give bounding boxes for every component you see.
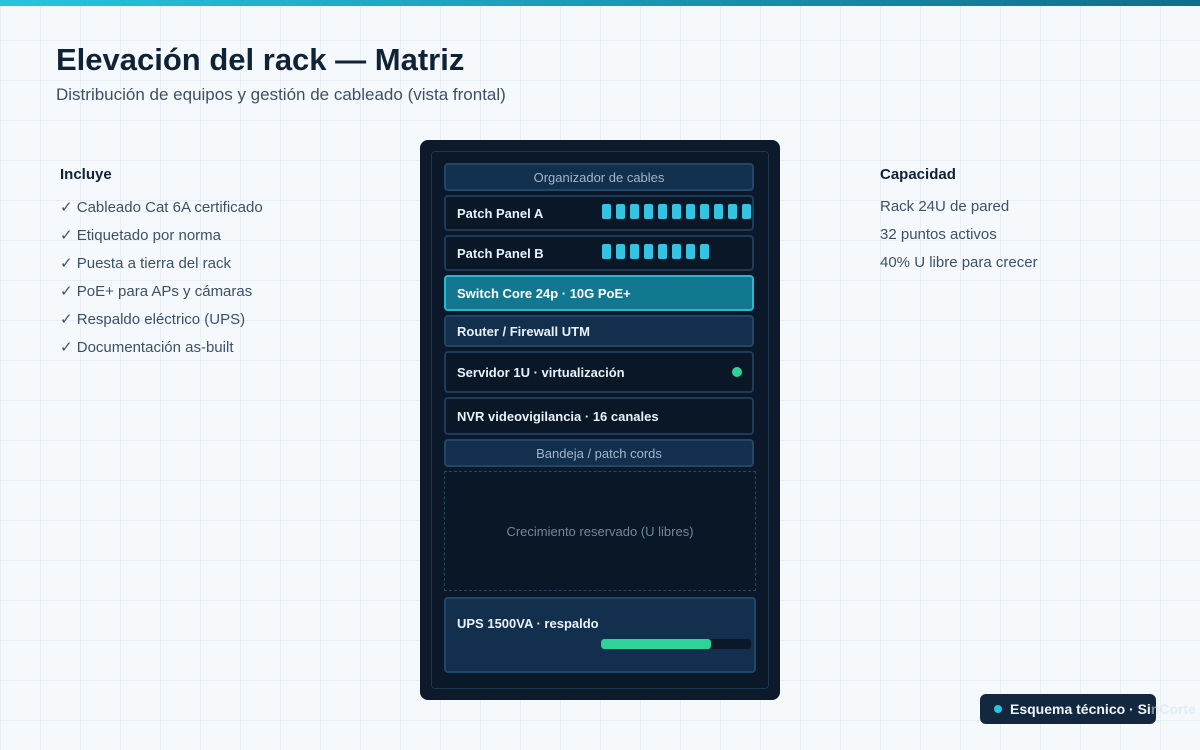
nvr-label: NVR videovigilancia · 16 canales xyxy=(457,408,659,424)
rack-diagram: Organizador de cables Patch Panel A Patc… xyxy=(420,140,780,700)
ups-charge-fill xyxy=(601,639,711,649)
includes-item: ✓ Puesta a tierra del rack xyxy=(60,255,231,272)
server-label: Servidor 1U · virtualización xyxy=(457,364,625,380)
port-icon xyxy=(602,244,611,259)
rack-unit-nvr: NVR videovigilancia · 16 canales xyxy=(444,397,754,435)
port-icon xyxy=(616,204,625,219)
port-icon xyxy=(728,204,737,219)
footer-badge: Esquema técnico · SinCorte xyxy=(980,694,1196,724)
page-title: Elevación del rack — Matriz xyxy=(56,42,465,77)
badge-text-faded: nCorte xyxy=(1150,701,1196,717)
includes-item: ✓ Respaldo eléctrico (UPS) xyxy=(60,311,246,328)
port-icon xyxy=(644,244,653,259)
reserved-space-label: Crecimiento reservado (U libres) xyxy=(506,523,694,539)
port-icon xyxy=(658,204,667,219)
includes-list: ✓ Cableado Cat 6A certificado ✓ Etiqueta… xyxy=(60,198,263,366)
rack-frame: Organizador de cables Patch Panel A Patc… xyxy=(431,151,769,689)
capacity-list: Rack 24U de pared 32 puntos activos 40% … xyxy=(880,198,1038,282)
patch-panel-b-ports xyxy=(602,244,709,259)
port-icon xyxy=(644,204,653,219)
rack-unit-tray: Bandeja / patch cords xyxy=(444,439,754,467)
port-icon xyxy=(714,204,723,219)
server-status-led-icon xyxy=(732,367,742,377)
port-icon xyxy=(686,204,695,219)
port-icon xyxy=(630,244,639,259)
rack-unit-server: Servidor 1U · virtualización xyxy=(444,351,754,393)
rack-unit-cable-organizer: Organizador de cables xyxy=(444,163,754,191)
page-subtitle: Distribución de equipos y gestión de cab… xyxy=(56,85,506,104)
rack-unit-switch-core: Switch Core 24p · 10G PoE+ xyxy=(444,275,754,311)
capacity-heading: Capacidad xyxy=(880,166,956,183)
includes-item: ✓ PoE+ para APs y cámaras xyxy=(60,283,253,300)
port-icon xyxy=(672,244,681,259)
cable-organizer-label: Organizador de cables xyxy=(533,169,665,185)
port-icon xyxy=(602,204,611,219)
top-accent-bar xyxy=(0,0,1200,6)
capacity-item: Rack 24U de pared xyxy=(880,198,1010,215)
port-icon xyxy=(616,244,625,259)
patch-panel-a-label: Patch Panel A xyxy=(457,205,544,221)
ups-label: UPS 1500VA · respaldo xyxy=(457,616,599,631)
tray-label: Bandeja / patch cords xyxy=(536,445,662,461)
port-icon xyxy=(686,244,695,259)
port-icon xyxy=(672,204,681,219)
includes-heading: Incluye xyxy=(60,166,112,183)
badge-text-main: Esquema técnico · Si xyxy=(1010,701,1151,717)
ups-charge-bar xyxy=(601,639,751,649)
switch-core-label: Switch Core 24p · 10G PoE+ xyxy=(457,285,631,301)
patch-panel-b-label: Patch Panel B xyxy=(457,245,544,261)
rack-unit-patch-panel-b: Patch Panel B xyxy=(444,235,754,271)
badge-dot-icon xyxy=(994,705,1002,713)
rack-unit-router-firewall: Router / Firewall UTM xyxy=(444,315,754,347)
port-icon xyxy=(630,204,639,219)
port-icon xyxy=(658,244,667,259)
router-firewall-label: Router / Firewall UTM xyxy=(457,323,590,339)
rack-unit-ups: UPS 1500VA · respaldo xyxy=(444,597,756,673)
rack-unit-patch-panel-a: Patch Panel A xyxy=(444,195,754,231)
includes-item: ✓ Documentación as-built xyxy=(60,339,234,356)
capacity-item: 32 puntos activos xyxy=(880,226,997,243)
capacity-item: 40% U libre para crecer xyxy=(880,254,1038,271)
port-icon xyxy=(742,204,751,219)
patch-panel-a-ports xyxy=(602,204,751,219)
badge-text: Esquema técnico · SinCorte xyxy=(1010,701,1196,717)
port-icon xyxy=(700,244,709,259)
includes-item: ✓ Cableado Cat 6A certificado xyxy=(60,199,263,216)
includes-item: ✓ Etiquetado por norma xyxy=(60,227,221,244)
port-icon xyxy=(700,204,709,219)
rack-reserved-space: Crecimiento reservado (U libres) xyxy=(444,471,756,591)
